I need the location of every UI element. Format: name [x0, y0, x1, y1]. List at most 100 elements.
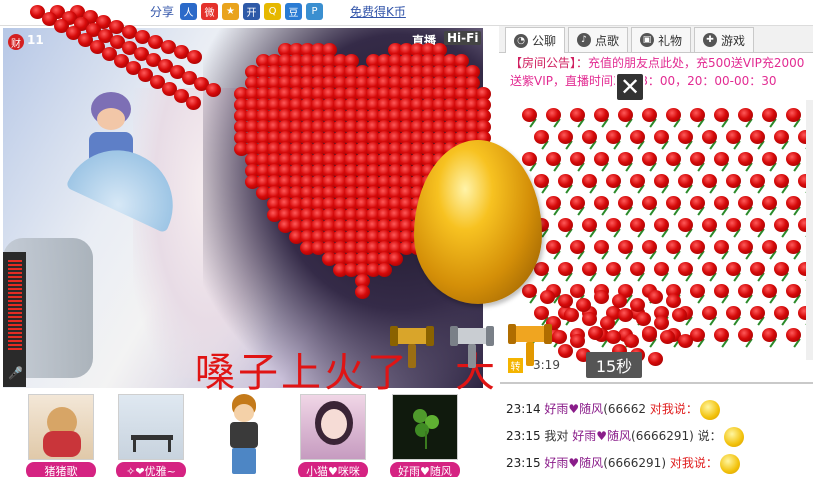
tab-games[interactable]: ✚ 游戏 [694, 27, 755, 52]
rose-icon [546, 240, 561, 254]
weibo-share-icon[interactable]: 微 [201, 3, 218, 20]
tab-label: 游戏 [721, 33, 746, 48]
rose-icon [702, 174, 717, 188]
free-coin-link[interactable]: 免费得K币 [350, 3, 406, 20]
rose-icon [786, 328, 801, 342]
chat-username[interactable]: 好雨♥随风 [544, 456, 603, 470]
chat-tabs: ◔ 公聊 ♪ 点歌 ▣ 礼物 ✚ 游戏 [499, 26, 813, 53]
rose-icon [570, 108, 585, 122]
chat-scrollbar[interactable] [806, 100, 813, 360]
volume-meter-bar [8, 300, 22, 302]
rose-icon [582, 218, 597, 232]
rose-icon [666, 294, 681, 308]
rose-icon [726, 130, 741, 144]
star-share-icon[interactable]: ★ [222, 3, 239, 20]
rose-icon [546, 196, 561, 210]
cartoon-boy-avatar-icon[interactable] [218, 394, 268, 476]
rose-icon [594, 290, 609, 304]
rose-icon [726, 174, 741, 188]
hifi-toggle[interactable]: Hi-Fi [444, 31, 482, 45]
rose-icon [678, 130, 693, 144]
chat-username[interactable]: 好雨♥随风 [572, 429, 631, 443]
rose-icon [642, 108, 657, 122]
rose-icon [678, 262, 693, 276]
chat-user-id: (6666291) [631, 429, 694, 443]
audience-item[interactable]: 猪猪歌 [26, 394, 96, 477]
rose-icon [654, 262, 669, 276]
rose-icon [558, 294, 573, 308]
rose-icon [702, 306, 717, 320]
audience-item[interactable]: 小猫♥咪咪 [298, 394, 368, 477]
rose-icon [726, 218, 741, 232]
rose-icon [618, 196, 633, 210]
rose-icon [558, 262, 573, 276]
gift-icon: ▣ [640, 33, 655, 47]
girl-avatar-icon [300, 394, 366, 460]
rose-icon [630, 298, 645, 312]
volume-meter-bar [8, 292, 22, 294]
rose-icon [630, 262, 645, 276]
volume-meter-bar [8, 316, 22, 318]
kaixin-share-icon[interactable]: 开 [243, 3, 260, 20]
tab-label: 点歌 [595, 33, 620, 48]
chat-said: 说： [693, 429, 722, 443]
volume-meter-bar [8, 280, 22, 282]
rose-icon [714, 108, 729, 122]
rose-icon [570, 196, 585, 210]
rose-icon [672, 308, 687, 322]
rose-icon [714, 240, 729, 254]
chat-to-me: 对我说： [649, 402, 698, 416]
qzone-share-icon[interactable]: Q [264, 3, 281, 20]
volume-meter-bar [8, 288, 22, 290]
rose-icon [570, 152, 585, 166]
audience-name: 小猫♥咪咪 [298, 462, 368, 477]
chat-divider[interactable] [500, 382, 813, 384]
rose-icon [606, 330, 621, 344]
rose-icon [690, 108, 705, 122]
rose-icon [738, 108, 753, 122]
rose-icon [606, 130, 621, 144]
tab-public-chat[interactable]: ◔ 公聊 [505, 27, 566, 53]
chat-bubble-icon: ◔ [514, 33, 528, 48]
live-room-window: 分享 人 微 ★ 开 Q 豆 P 免费得K币 财 11 直播 Hi-Fi 🎤 嗓… [0, 0, 813, 477]
rose-icon [654, 174, 669, 188]
chat-username[interactable]: 好雨♥随风 [544, 402, 603, 416]
volume-meter-bar [8, 328, 22, 330]
rose-icon [582, 130, 597, 144]
pengyou-share-icon[interactable]: P [306, 3, 323, 20]
close-effect-icon[interactable]: ✕ [615, 72, 645, 102]
rose-icon [534, 174, 549, 188]
silver-hammer-icon[interactable] [450, 322, 494, 368]
rose-icon [540, 290, 555, 304]
rose-icon [702, 130, 717, 144]
rose-icon [630, 174, 645, 188]
volume-meter-bar [8, 308, 22, 310]
rose-icon [624, 334, 639, 348]
tab-gifts[interactable]: ▣ 礼物 [631, 27, 692, 52]
partial-timestamp: 3:19 [533, 358, 560, 372]
audience-item[interactable]: ✧❤优雅~ [116, 394, 186, 477]
room-notice[interactable]: 【房间公告】：充值的朋友点此处，充500送VIP充2000送紫VIP，直播时间3… [510, 54, 806, 90]
renren-share-icon[interactable]: 人 [180, 3, 197, 20]
douban-share-icon[interactable]: 豆 [285, 3, 302, 20]
gold-hammer-icon[interactable] [390, 322, 434, 368]
rose-icon [666, 240, 681, 254]
volume-meter-bar [8, 320, 22, 322]
rose-icon [355, 285, 370, 299]
chat-message: 23:15 我对 好雨♥随风(6666291) 说： [506, 425, 806, 452]
rose-icon [546, 108, 561, 122]
rose-icon [762, 196, 777, 210]
volume-meter-bar [8, 348, 22, 350]
rose-icon [388, 252, 403, 266]
grin-smiley-icon [723, 426, 744, 447]
rose-icon [576, 298, 591, 312]
volume-meter-bar [8, 276, 22, 278]
rose-icon [546, 152, 561, 166]
tab-song-request[interactable]: ♪ 点歌 [568, 27, 629, 52]
bench-avatar-icon [118, 394, 184, 460]
rose-icon [570, 334, 585, 348]
microphone-icon[interactable]: 🎤 [8, 366, 23, 384]
share-icons: 人 微 ★ 开 Q 豆 P [180, 3, 323, 20]
audience-item[interactable]: 好雨♥随风 [390, 394, 460, 477]
rose-icon [702, 262, 717, 276]
